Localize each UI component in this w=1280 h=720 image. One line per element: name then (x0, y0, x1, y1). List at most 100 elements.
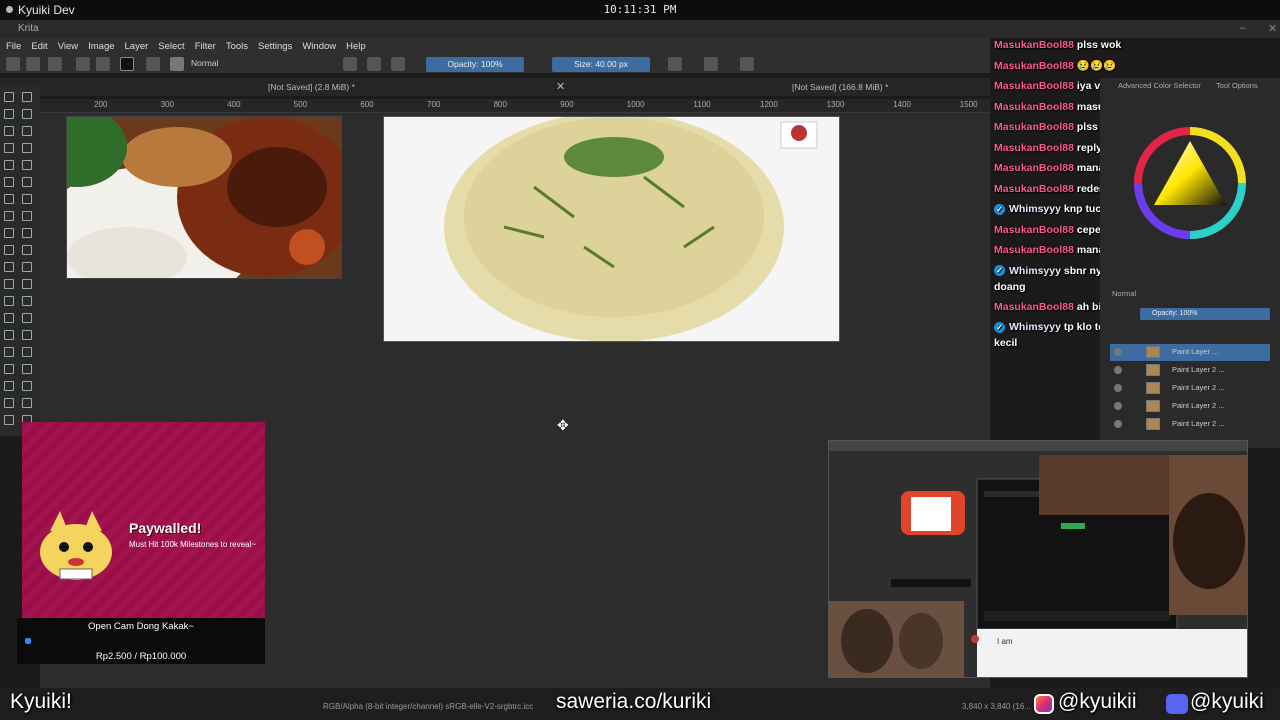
layer-blend-select[interactable]: Normal (1112, 289, 1136, 298)
layer-row[interactable]: Paint Layer 2 ... (1110, 380, 1270, 397)
menu-layer[interactable]: Layer (125, 41, 149, 52)
app-name: Krita (18, 23, 39, 34)
tool-icon[interactable] (4, 262, 14, 272)
ruler-tick-label: 600 (360, 100, 374, 109)
tool-icon[interactable] (4, 177, 14, 187)
tool-icon[interactable] (4, 347, 14, 357)
tool-icon[interactable] (22, 364, 32, 374)
tool-icon[interactable] (22, 398, 32, 408)
horizontal-ruler: 200 300 400 500 600 700 800 900 1000 1100 1200 1300… (0, 99, 990, 113)
new-document-icon[interactable] (6, 57, 20, 71)
close-tab-icon[interactable]: ✕ (556, 80, 565, 93)
blend-mode-select[interactable]: Normal (191, 58, 218, 68)
visibility-eye-icon[interactable] (1114, 348, 1122, 356)
tool-icon[interactable] (22, 126, 32, 136)
layer-row[interactable]: Paint Layer 2 ... (1110, 362, 1270, 379)
tool-icon[interactable] (4, 364, 14, 374)
tool-icon[interactable] (4, 296, 14, 306)
menu-tools[interactable]: Tools (226, 41, 248, 52)
close-window-icon[interactable]: ✕ (1268, 22, 1277, 35)
verified-badge-icon: ✓ (994, 321, 1005, 333)
visibility-eye-icon[interactable] (1114, 420, 1122, 428)
tool-icon[interactable] (4, 126, 14, 136)
layer-opacity-slider[interactable]: Opacity: 100% (1140, 308, 1270, 320)
advanced-color-selector-tab[interactable]: Advanced Color Selector (1118, 81, 1201, 90)
menu-settings[interactable]: Settings (258, 41, 292, 52)
tool-icon[interactable] (4, 228, 14, 238)
tool-icon[interactable] (4, 109, 14, 119)
menu-edit[interactable]: Edit (31, 41, 47, 52)
tool-icon[interactable] (4, 313, 14, 323)
system-top-bar: Kyuiki Dev 10:11:31 PM (0, 0, 1280, 20)
minimize-icon[interactable]: – (1240, 22, 1246, 34)
color-wheel[interactable] (1130, 123, 1250, 243)
menu-help[interactable]: Help (346, 41, 366, 52)
tool-icon[interactable] (22, 194, 32, 204)
tool-icon[interactable] (4, 415, 14, 425)
tab-document-2[interactable]: [Not Saved] (166.8 MiB) * (792, 82, 888, 92)
visibility-eye-icon[interactable] (1114, 366, 1122, 374)
tool-icon[interactable] (4, 211, 14, 221)
visibility-eye-icon[interactable] (1114, 384, 1122, 392)
tool-icon[interactable] (22, 330, 32, 340)
tool-icon[interactable] (22, 109, 32, 119)
tool-icon[interactable] (22, 177, 32, 187)
tool-icon[interactable] (22, 160, 32, 170)
tool-icon[interactable] (22, 245, 32, 255)
tool-icon[interactable] (22, 279, 32, 289)
pattern-icon[interactable] (96, 57, 110, 71)
wrap-icon[interactable] (740, 57, 754, 71)
menu-view[interactable]: View (58, 41, 78, 52)
tab-document-1[interactable]: [Not Saved] (2.8 MiB) * (268, 82, 355, 92)
tool-icon[interactable] (22, 296, 32, 306)
brush-presets-icon[interactable] (146, 57, 160, 71)
alpha-lock-icon[interactable] (367, 57, 381, 71)
menu-select[interactable]: Select (158, 41, 184, 52)
size-slider[interactable]: Size: 40.00 px (552, 57, 650, 72)
main-toolbar: Normal Opacity: 100% Size: 40.00 px (0, 54, 990, 74)
chat-username: MasukanBool88 (994, 100, 1074, 113)
reload-icon[interactable] (391, 57, 405, 71)
layer-row[interactable]: Paint Layer 2 ... (1110, 416, 1270, 433)
tool-icon[interactable] (4, 330, 14, 340)
opacity-slider[interactable]: Opacity: 100% (426, 57, 524, 72)
gradient-icon[interactable] (76, 57, 90, 71)
tool-icon[interactable] (22, 347, 32, 357)
tool-icon[interactable] (4, 398, 14, 408)
eraser-icon[interactable] (343, 57, 357, 71)
menu-file[interactable]: File (6, 41, 21, 52)
menu-window[interactable]: Window (302, 41, 336, 52)
chat-username: MasukanBool88 (994, 300, 1074, 313)
tool-icon[interactable] (22, 262, 32, 272)
visibility-eye-icon[interactable] (1114, 402, 1122, 410)
tool-icon[interactable] (22, 381, 32, 391)
menu-image[interactable]: Image (88, 41, 114, 52)
mirror-horizontal-icon[interactable] (668, 57, 682, 71)
tool-icon[interactable] (4, 92, 14, 102)
tool-icon[interactable] (22, 143, 32, 153)
layer-thumbnail (1146, 382, 1160, 394)
tool-icon[interactable] (22, 228, 32, 238)
tool-icon[interactable] (22, 313, 32, 323)
brush-preview-icon[interactable] (170, 57, 184, 71)
tool-icon[interactable] (22, 92, 32, 102)
layer-row[interactable]: Paint Layer ... (1110, 344, 1270, 361)
chat-username: MasukanBool88 (994, 162, 1074, 174)
color-swatch-icon[interactable] (120, 57, 134, 71)
tool-icon[interactable] (4, 279, 14, 289)
layer-row[interactable]: Paint Layer 2 ... (1110, 398, 1270, 415)
tool-icon[interactable] (4, 381, 14, 391)
tool-icon[interactable] (4, 194, 14, 204)
color-space-status: RGB/Alpha (8-bit integer/channel) sRGB-e… (323, 702, 534, 711)
mirror-vertical-icon[interactable] (704, 57, 718, 71)
save-icon[interactable] (48, 57, 62, 71)
tool-icon[interactable] (4, 160, 14, 170)
tool-icon[interactable] (4, 245, 14, 255)
tool-icon[interactable] (4, 143, 14, 153)
chat-username: Whimsyyy (1009, 321, 1061, 333)
tool-icon[interactable] (22, 211, 32, 221)
menu-filter[interactable]: Filter (195, 41, 216, 52)
tool-options-tab[interactable]: Tool Options (1216, 81, 1258, 90)
webcam-overlay: I am (828, 440, 1248, 678)
open-document-icon[interactable] (26, 57, 40, 71)
